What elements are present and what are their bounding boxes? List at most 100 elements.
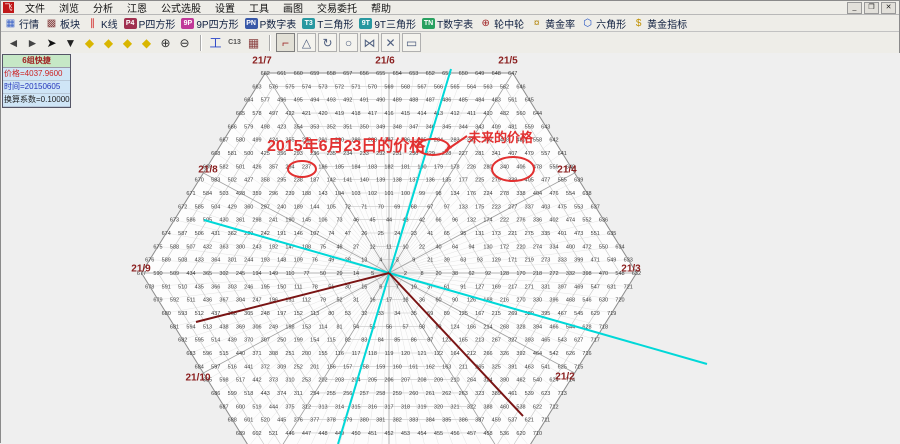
svg-text:500: 500 — [244, 151, 253, 157]
svg-text:45: 45 — [369, 218, 375, 224]
svg-text:222: 222 — [500, 218, 509, 224]
svg-text:402: 402 — [549, 218, 558, 224]
toolbar-item-t-number-table[interactable]: TNT数字表 — [422, 16, 473, 31]
svg-text:345: 345 — [442, 124, 451, 130]
svg-text:643: 643 — [541, 124, 550, 130]
toolbar-item-p-number-table[interactable]: PNP数字表 — [245, 16, 297, 31]
svg-text:70: 70 — [378, 204, 384, 210]
cut-tool-icon[interactable]: ✕ — [381, 33, 400, 52]
menu-file[interactable]: 文件 — [18, 0, 52, 15]
svg-text:601: 601 — [244, 418, 253, 424]
menu-draw[interactable]: 画图 — [276, 0, 310, 15]
rotate-tool-icon[interactable]: ↻ — [318, 33, 337, 52]
next-icon[interactable]: ► — [24, 34, 41, 51]
menu-analysis[interactable]: 分析 — [86, 0, 120, 15]
toolbar-item-kline[interactable]: ∥K线 — [86, 16, 118, 31]
zoom-out-icon[interactable]: ⊖ — [176, 34, 193, 51]
svg-text:486: 486 — [442, 98, 451, 104]
svg-text:483: 483 — [492, 98, 501, 104]
toolbar-item-sectors[interactable]: ▩板块 — [45, 16, 80, 31]
c13-tool-icon[interactable]: C13 — [226, 34, 243, 51]
toolbar-item-9t-triangle[interactable]: 9T9T三角形 — [359, 16, 416, 31]
minimize-button[interactable]: _ — [847, 2, 862, 14]
svg-text:10: 10 — [402, 244, 408, 250]
svg-text:378: 378 — [327, 418, 336, 424]
svg-text:145: 145 — [302, 218, 311, 224]
pointer-icon[interactable]: ➤ — [43, 34, 60, 51]
param-scale-row[interactable]: 换算系数=0.10000 — [3, 94, 70, 107]
svg-text:403: 403 — [541, 204, 550, 210]
svg-text:94: 94 — [468, 244, 474, 250]
toolbar-item-t-triangle[interactable]: T3T三角形 — [302, 16, 353, 31]
svg-text:641: 641 — [558, 151, 567, 157]
svg-text:255: 255 — [327, 391, 336, 397]
svg-text:277: 277 — [508, 204, 517, 210]
svg-text:262: 262 — [442, 391, 451, 397]
toolbar-item-9p-square[interactable]: 9P9P四方形 — [181, 16, 238, 31]
svg-text:564: 564 — [467, 84, 476, 90]
angle-tool-icon[interactable]: ⌐ — [276, 33, 295, 52]
menu-settings[interactable]: 设置 — [208, 0, 242, 15]
flash-up-icon[interactable]: ◆ — [119, 34, 136, 51]
kline-candle-icon: ∥ — [86, 17, 99, 29]
svg-text:629: 629 — [591, 311, 600, 317]
svg-text:224: 224 — [483, 191, 492, 197]
zoom-in-icon[interactable]: ⊕ — [157, 34, 174, 51]
bowtie-tool-icon[interactable]: ⋈ — [360, 33, 379, 52]
funnel-icon[interactable]: ▼ — [62, 34, 79, 51]
menu-gann[interactable]: 江恩 — [120, 0, 154, 15]
rect-tool-icon[interactable]: ▭ — [402, 33, 421, 52]
svg-text:337: 337 — [525, 204, 534, 210]
menu-browse[interactable]: 浏览 — [52, 0, 86, 15]
restore-button[interactable]: ❐ — [864, 2, 879, 14]
svg-text:474: 474 — [566, 218, 575, 224]
svg-text:625: 625 — [558, 364, 567, 370]
flash-right-icon[interactable]: ◆ — [100, 34, 117, 51]
prev-icon[interactable]: ◄ — [5, 34, 22, 51]
toolbar-item-quotes[interactable]: ▦行情 — [4, 16, 39, 31]
toolbar-item-golden-ratio[interactable]: ¤黄金率 — [530, 16, 575, 31]
calendar-icon[interactable]: ▦ — [245, 34, 262, 51]
svg-text:181: 181 — [401, 164, 410, 170]
svg-text:668: 668 — [211, 151, 220, 157]
svg-text:281: 281 — [475, 151, 484, 157]
param-price-row[interactable]: 价格=4037.9600 — [3, 68, 70, 81]
toolbar-item-golden-indicator[interactable]: $黄金指标 — [632, 16, 687, 31]
menu-help[interactable]: 帮助 — [364, 0, 398, 15]
svg-text:465: 465 — [541, 338, 550, 344]
svg-text:558: 558 — [533, 138, 542, 144]
svg-text:688: 688 — [228, 418, 237, 424]
svg-text:581: 581 — [228, 151, 237, 157]
svg-text:156: 156 — [327, 364, 336, 370]
svg-text:194: 194 — [252, 271, 261, 277]
menu-tools[interactable]: 工具 — [242, 0, 276, 15]
svg-text:182: 182 — [384, 164, 393, 170]
svg-text:718: 718 — [599, 324, 608, 330]
svg-text:174: 174 — [483, 218, 492, 224]
svg-text:721: 721 — [624, 284, 633, 290]
svg-text:543: 543 — [558, 338, 567, 344]
svg-text:511: 511 — [187, 298, 196, 304]
svg-text:338: 338 — [516, 191, 525, 197]
flash-left-icon[interactable]: ◆ — [81, 34, 98, 51]
toolbar-label: 黄金率 — [545, 16, 575, 31]
svg-text:451: 451 — [368, 431, 377, 437]
svg-text:50: 50 — [320, 271, 326, 277]
menu-formula-stockpick[interactable]: 公式选股 — [154, 0, 208, 15]
menu-trade[interactable]: 交易委托 — [310, 0, 364, 15]
param-time-row[interactable]: 时间=20150605 — [3, 81, 70, 94]
svg-text:198: 198 — [285, 324, 294, 330]
triangle-tool-icon[interactable]: △ — [297, 33, 316, 52]
toolbar-item-wheel-in-wheel[interactable]: ⊕轮中轮 — [479, 16, 524, 31]
close-button[interactable]: ✕ — [881, 2, 896, 14]
svg-text:568: 568 — [401, 84, 410, 90]
toolbar-item-hexagon[interactable]: ⬡六角形 — [581, 16, 626, 31]
toolbar-item-p-square[interactable]: P4P四方形 — [124, 16, 176, 31]
flash-down-icon[interactable]: ◆ — [138, 34, 155, 51]
svg-text:146: 146 — [294, 231, 303, 237]
circle-tool-icon[interactable]: ○ — [339, 33, 358, 52]
toolbar-label: 行情 — [19, 16, 39, 31]
svg-text:81: 81 — [336, 324, 342, 330]
t-tool-icon[interactable]: 工 — [207, 34, 224, 51]
svg-text:302: 302 — [219, 271, 228, 277]
